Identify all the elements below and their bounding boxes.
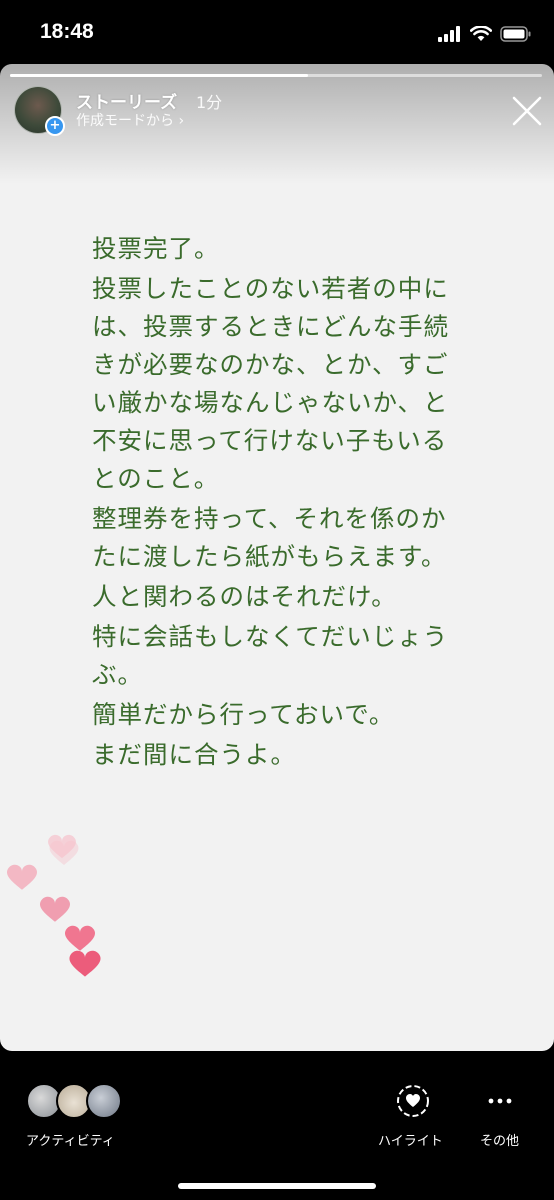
- viewer-avatar: [86, 1083, 122, 1119]
- status-icons: [438, 22, 532, 46]
- story-paragraph-7: まだ間に合うよ。: [92, 740, 296, 769]
- story-time-ago: 1分: [196, 93, 223, 112]
- story-progress-fill: [10, 74, 308, 77]
- story-paragraph-2: 投票したことのない若者の中には、投票するときにどんな手続きが必要なのかな、とか、…: [92, 274, 449, 493]
- heart-icon: [6, 864, 38, 890]
- create-mode-link[interactable]: 作成モードから ›: [76, 110, 184, 130]
- cellular-signal-icon: [438, 26, 460, 42]
- more-icon: [488, 1098, 512, 1104]
- story-progress-bar: [10, 74, 542, 77]
- story-paragraph-4: 人と関わるのはそれだけ。: [92, 582, 397, 611]
- story-card[interactable]: + ストーリーズ 1分 作成モードから › 投票完了。 投票したことのない若者の…: [0, 64, 554, 1051]
- wifi-icon: [470, 26, 492, 41]
- heart-icon: [39, 896, 71, 922]
- add-story-icon[interactable]: +: [45, 116, 65, 136]
- home-indicator[interactable]: [178, 1183, 376, 1189]
- story-paragraph-3: 整理券を持って、それを係のかたに渡したら紙がもらえます。: [92, 504, 447, 571]
- activity-button[interactable]: アクティビティ: [26, 1083, 136, 1153]
- status-bar: 18:48: [0, 0, 554, 64]
- heart-icon: [64, 925, 96, 951]
- close-icon[interactable]: [510, 94, 544, 128]
- story-text: 投票完了。 投票したことのない若者の中には、投票するときにどんな手続きが必要なの…: [92, 230, 452, 776]
- more-button[interactable]: その他: [476, 1083, 526, 1153]
- floating-hearts: [6, 834, 101, 977]
- highlight-label: ハイライト: [378, 1134, 443, 1149]
- story-paragraph-6: 簡単だから行っておいで。: [92, 700, 395, 729]
- bottom-bar: アクティビティ ハイライト その他: [0, 1051, 554, 1200]
- highlight-button[interactable]: ハイライト: [376, 1083, 450, 1153]
- heart-icon: [69, 950, 101, 977]
- activity-label: アクティビティ: [26, 1134, 115, 1149]
- story-paragraph-5: 特に会話もしなくてだいじょうぶ。: [92, 622, 449, 689]
- status-time: 18:48: [40, 20, 94, 43]
- more-label: その他: [480, 1134, 520, 1149]
- story-paragraph-1: 投票完了。: [92, 234, 220, 263]
- highlight-heart-icon: [397, 1085, 429, 1117]
- battery-icon: [500, 26, 531, 42]
